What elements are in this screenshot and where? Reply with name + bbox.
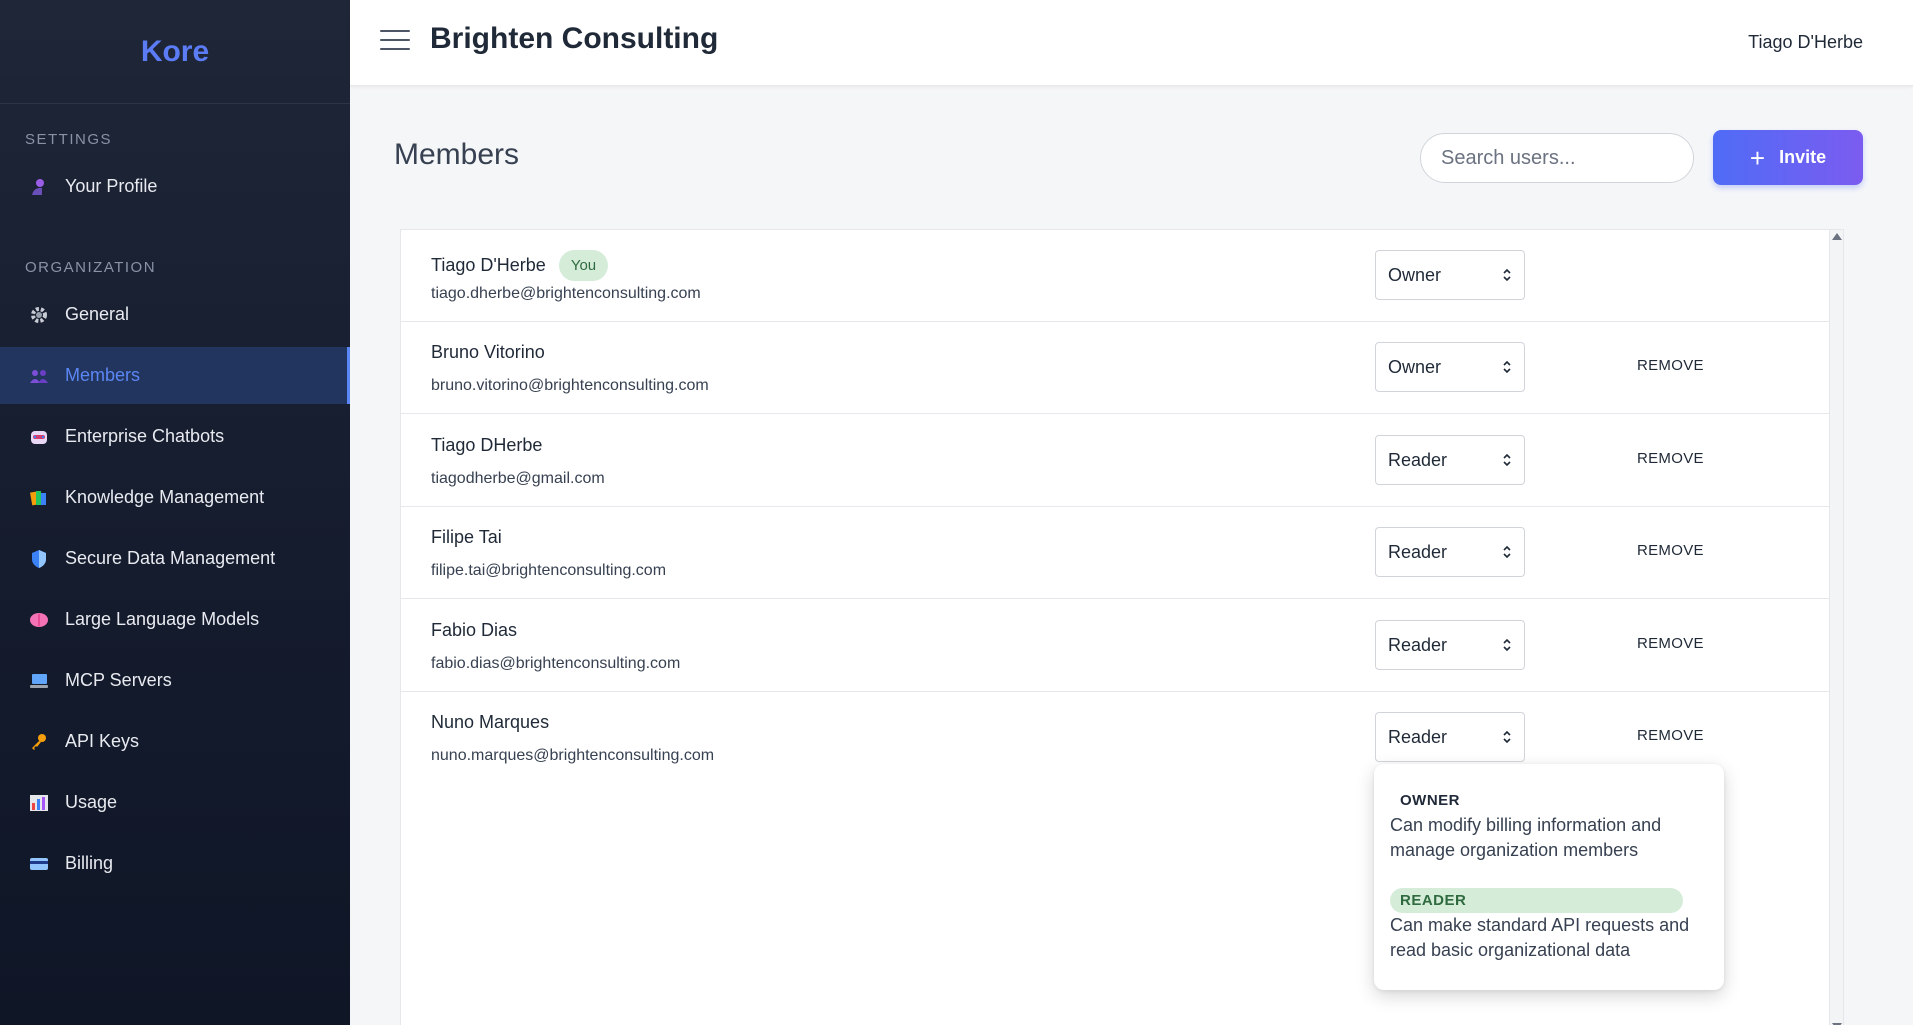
computer-icon — [28, 670, 50, 692]
sidebar-item-knowledge-management[interactable]: Knowledge Management — [0, 469, 350, 526]
people-icon — [28, 365, 50, 387]
member-name: Fabio Dias — [431, 620, 518, 640]
member-name: Filipe Tai — [431, 527, 502, 547]
member-name: Tiago DHerbe — [431, 435, 543, 455]
member-row: Tiago DHerbe tiagodherbe@gmail.com Reade… — [401, 415, 1831, 507]
member-row: Fabio Dias fabio.dias@brightenconsulting… — [401, 600, 1831, 692]
credit-card-icon — [28, 853, 50, 875]
remove-button[interactable]: REMOVE — [1637, 357, 1704, 374]
role-select-value: Reader — [1388, 726, 1448, 747]
remove-button[interactable]: REMOVE — [1637, 450, 1704, 467]
role-option-label: READER — [1390, 888, 1683, 913]
invite-button[interactable]: + Invite — [1713, 130, 1863, 185]
user-menu[interactable]: Tiago D'Herbe — [1748, 32, 1863, 53]
sidebar-item-enterprise-chatbots[interactable]: Enterprise Chatbots — [0, 408, 350, 465]
remove-button[interactable]: REMOVE — [1637, 542, 1704, 559]
person-icon — [28, 176, 50, 198]
brand-logo[interactable]: Kore — [0, 0, 350, 104]
role-select[interactable]: Owner — [1375, 250, 1525, 300]
sidebar-item-label: Enterprise Chatbots — [65, 426, 225, 446]
sidebar-item-label: Secure Data Management — [65, 548, 276, 568]
sidebar-item-label: MCP Servers — [65, 670, 172, 690]
role-option-description: Can make standard API requests and read … — [1390, 915, 1690, 960]
role-option-owner[interactable]: OWNER Can modify billing information and… — [1390, 788, 1700, 863]
member-name: Tiago D'Herbe — [431, 255, 546, 275]
role-select-value: Owner — [1388, 264, 1442, 285]
sidebar-item-label: Knowledge Management — [65, 487, 265, 507]
role-select[interactable]: Owner — [1375, 342, 1525, 392]
page-title: Members — [394, 138, 520, 171]
member-name: Bruno Vitorino — [431, 342, 545, 362]
sidebar-item-members[interactable]: Members — [0, 347, 350, 404]
role-option-label: OWNER — [1400, 792, 1460, 809]
member-row: Bruno Vitorino bruno.vitorino@brightenco… — [401, 322, 1831, 414]
role-option-reader[interactable]: READER Can make standard API requests an… — [1390, 888, 1700, 963]
chart-icon — [28, 792, 50, 814]
sidebar: Kore SETTINGS Your Profile ORGANIZATION … — [0, 0, 350, 1025]
member-email: filipe.tai@brightenconsulting.com — [431, 562, 667, 579]
member-email: nuno.marques@brightenconsulting.com — [431, 747, 715, 764]
member-email: tiago.dherbe@brightenconsulting.com — [431, 285, 701, 302]
remove-button[interactable]: REMOVE — [1637, 727, 1704, 744]
role-option-description: Can modify billing information and manag… — [1390, 815, 1662, 860]
sidebar-item-general[interactable]: General — [0, 286, 350, 343]
scrollbar[interactable] — [1829, 230, 1843, 1025]
member-row: Tiago D'Herbe You tiago.dherbe@brightenc… — [401, 230, 1831, 322]
search-input[interactable] — [1420, 133, 1694, 183]
key-icon — [28, 731, 50, 753]
sidebar-item-usage[interactable]: Usage — [0, 774, 350, 831]
sidebar-item-your-profile[interactable]: Your Profile — [0, 158, 350, 215]
role-select[interactable]: Reader — [1375, 712, 1525, 762]
shield-icon — [28, 548, 50, 570]
top-bar: Brighten Consulting Tiago D'Herbe — [350, 0, 1913, 86]
sidebar-item-secure-data-management[interactable]: Secure Data Management — [0, 530, 350, 587]
sidebar-item-label: Your Profile — [65, 176, 158, 196]
settings-section-title: SETTINGS — [25, 131, 113, 148]
remove-button[interactable]: REMOVE — [1637, 635, 1704, 652]
role-dropdown-menu: OWNER Can modify billing information and… — [1374, 764, 1724, 990]
role-select[interactable]: Reader — [1375, 620, 1525, 670]
organization-title: Brighten Consulting — [430, 22, 719, 55]
sidebar-item-label: Billing — [65, 853, 114, 873]
role-select[interactable]: Reader — [1375, 435, 1525, 485]
role-select-value: Owner — [1388, 356, 1442, 377]
member-email: tiagodherbe@gmail.com — [431, 470, 605, 487]
sidebar-item-label: API Keys — [65, 731, 140, 751]
brain-icon — [28, 609, 50, 631]
sidebar-item-billing[interactable]: Billing — [0, 835, 350, 892]
you-badge: You — [558, 250, 609, 281]
member-email: bruno.vitorino@brightenconsulting.com — [431, 377, 709, 394]
chevron-up-down-icon — [1503, 360, 1511, 374]
member-row: Filipe Tai filipe.tai@brightenconsulting… — [401, 507, 1831, 599]
sidebar-item-large-language-models[interactable]: Large Language Models — [0, 591, 350, 648]
books-icon — [28, 487, 50, 509]
sidebar-item-label: General — [65, 304, 130, 324]
sidebar-item-mcp-servers[interactable]: MCP Servers — [0, 652, 350, 709]
chevron-up-down-icon — [1503, 453, 1511, 467]
role-select-value: Reader — [1388, 541, 1448, 562]
scroll-up-arrow-icon[interactable] — [1832, 233, 1842, 240]
chevron-up-down-icon — [1503, 638, 1511, 652]
chevron-up-down-icon — [1503, 268, 1511, 282]
invite-button-label: Invite — [1779, 147, 1827, 167]
role-select-value: Reader — [1388, 634, 1448, 655]
sidebar-item-api-keys[interactable]: API Keys — [0, 713, 350, 770]
role-select[interactable]: Reader — [1375, 527, 1525, 577]
sidebar-item-label: Members — [65, 365, 141, 385]
member-name: Nuno Marques — [431, 712, 550, 732]
sidebar-item-label: Large Language Models — [65, 609, 260, 629]
gear-icon — [28, 304, 50, 326]
menu-icon[interactable] — [380, 30, 410, 54]
member-email: fabio.dias@brightenconsulting.com — [431, 655, 681, 672]
plus-icon: + — [1749, 142, 1766, 173]
organization-section-title: ORGANIZATION — [25, 259, 157, 276]
sidebar-item-label: Usage — [65, 792, 118, 812]
role-select-value: Reader — [1388, 449, 1448, 470]
robot-icon — [28, 426, 50, 448]
chevron-up-down-icon — [1503, 730, 1511, 744]
chevron-up-down-icon — [1503, 545, 1511, 559]
